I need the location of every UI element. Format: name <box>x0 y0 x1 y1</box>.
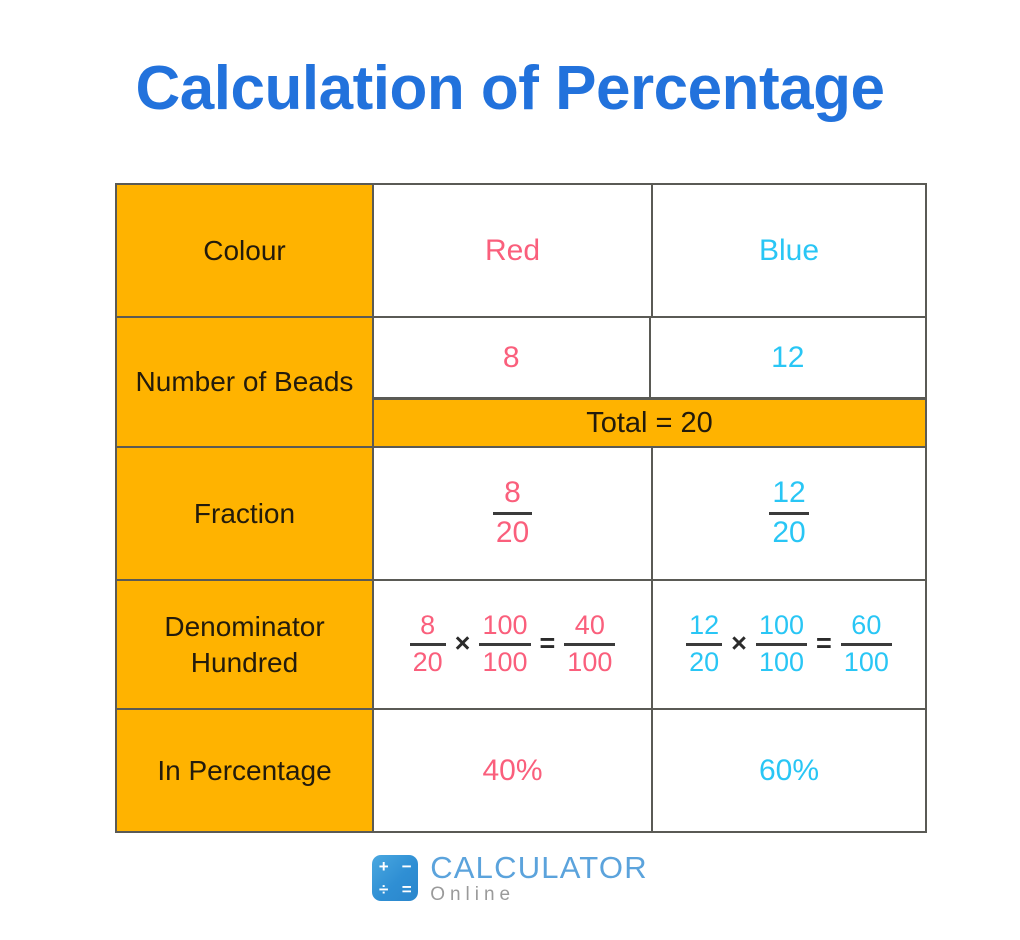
cell-percentage-red: 40% <box>372 708 653 833</box>
numerator: 100 <box>758 610 805 641</box>
fraction-red-numerator: 8 <box>504 476 521 510</box>
table-row-colour: Colour Red Blue <box>115 183 927 318</box>
divide-icon: ÷ <box>379 880 389 899</box>
equation-blue: 12 20 × 100 100 = 60 100 <box>653 612 925 676</box>
equation-blue-fraction-2: 100 100 <box>755 610 808 677</box>
numerator: 12 <box>689 610 720 641</box>
cell-percentage-blue: 60% <box>651 708 927 833</box>
equation-blue-fraction-3: 60 100 <box>840 610 892 677</box>
row-label-fraction: Fraction <box>115 446 374 581</box>
numerator: 60 <box>851 610 882 641</box>
minus-icon: − <box>401 857 412 876</box>
plus-icon: + <box>378 857 389 876</box>
multiply-operator: × <box>731 628 747 658</box>
fraction-bar <box>755 643 808 646</box>
cell-beads-red: 8 <box>374 318 651 399</box>
cell-beads-blue: 12 <box>650 318 925 399</box>
table-row-fraction: Fraction 8 20 12 20 <box>115 446 927 581</box>
table-row-in-percentage: In Percentage 40% 60% <box>115 708 927 833</box>
table-row-number-of-beads: Number of Beads 8 12 Total = 20 <box>115 316 927 448</box>
equation-red-fraction-1: 8 20 <box>409 610 446 677</box>
denominator: 100 <box>843 647 889 677</box>
multiply-operator: × <box>454 628 471 658</box>
calculator-online-logo: + − ÷ = CALCULATOR Online <box>0 852 1020 904</box>
denominator: 100 <box>482 647 528 677</box>
percentage-table: Colour Red Blue Number of Beads 8 12 Tot… <box>115 183 927 833</box>
logo-text: CALCULATOR Online <box>430 852 648 904</box>
beads-inner: 8 12 Total = 20 <box>374 318 925 446</box>
cell-colour-red: Red <box>372 183 653 318</box>
fraction-bar <box>840 643 892 646</box>
fraction-bar <box>686 643 723 646</box>
numerator: 100 <box>482 610 528 641</box>
fraction-blue-denominator: 20 <box>772 516 806 549</box>
numerator: 8 <box>420 610 436 641</box>
equals-icon: = <box>401 880 412 899</box>
beads-total-band: Total = 20 <box>374 399 925 446</box>
logo-brand-name: CALCULATOR <box>430 850 648 885</box>
row-label-colour: Colour <box>115 183 374 318</box>
denominator: 100 <box>758 647 805 677</box>
cell-beads-group: 8 12 Total = 20 <box>372 316 927 448</box>
equation-red-fraction-2: 100 100 <box>479 610 531 677</box>
fraction-blue-numerator: 12 <box>772 476 806 510</box>
cell-colour-blue: Blue <box>651 183 927 318</box>
equation-red-fraction-3: 40 100 <box>564 610 616 677</box>
fraction-red-denominator: 20 <box>495 516 530 549</box>
numerator: 40 <box>574 610 605 641</box>
equals-operator: = <box>816 628 832 658</box>
fraction-bar <box>479 643 531 646</box>
cell-equation-red: 8 20 × 100 100 = 40 100 <box>372 579 653 710</box>
calculator-icon: + − ÷ = <box>372 855 419 901</box>
equation-red: 8 20 × 100 100 = 40 100 <box>374 612 651 676</box>
fraction-bar <box>409 643 446 646</box>
equals-operator: = <box>539 628 556 658</box>
fraction-blue: 12 20 <box>769 476 809 549</box>
equation-blue-fraction-1: 12 20 <box>686 610 723 677</box>
row-label-denominator-hundred: Denominator Hundred <box>115 579 374 710</box>
row-label-number-of-beads: Number of Beads <box>115 316 374 448</box>
fraction-bar <box>564 643 616 646</box>
table-row-denominator-hundred: Denominator Hundred 8 20 × 100 100 = 40 … <box>115 579 927 710</box>
denominator: 20 <box>412 647 443 677</box>
beads-numbers-row: 8 12 <box>374 318 925 399</box>
fraction-bar <box>769 512 809 515</box>
row-label-in-percentage: In Percentage <box>115 708 374 833</box>
cell-equation-blue: 12 20 × 100 100 = 60 100 <box>651 579 927 710</box>
percentage-table-container: Colour Red Blue Number of Beads 8 12 Tot… <box>115 183 927 833</box>
denominator: 100 <box>567 647 613 677</box>
cell-fraction-blue: 12 20 <box>651 446 927 581</box>
logo-brand-subtitle: Online <box>430 884 516 905</box>
denominator: 20 <box>689 647 720 677</box>
page-title: Calculation of Percentage <box>135 54 885 123</box>
fraction-red: 8 20 <box>492 476 533 549</box>
cell-fraction-red: 8 20 <box>372 446 653 581</box>
fraction-bar <box>492 512 533 515</box>
